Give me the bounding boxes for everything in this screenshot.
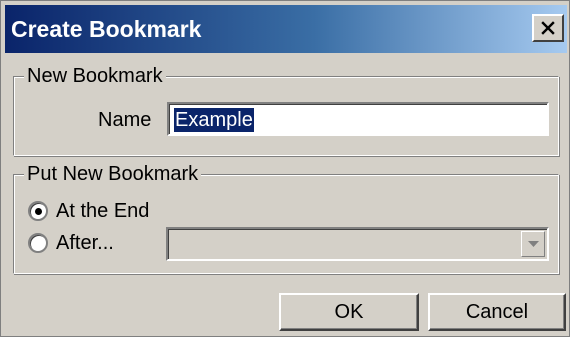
radio-selected-dot	[35, 208, 42, 215]
close-button[interactable]	[532, 14, 564, 42]
radio-button-at-the-end[interactable]	[28, 201, 48, 221]
close-icon	[541, 21, 555, 35]
title-bar[interactable]: Create Bookmark	[5, 5, 567, 53]
after-dropdown[interactable]	[166, 227, 549, 261]
radio-label-at-the-end: At the End	[56, 200, 150, 222]
name-input[interactable]: Example	[167, 102, 549, 136]
chevron-down-icon	[527, 241, 539, 247]
radio-label-after: After...	[56, 232, 114, 254]
name-input-value: Example	[174, 108, 254, 132]
cancel-button[interactable]: Cancel	[428, 293, 566, 331]
radio-button-after[interactable]	[28, 233, 48, 253]
name-label: Name	[98, 109, 152, 131]
put-new-bookmark-legend: Put New Bookmark	[24, 162, 202, 186]
dialog-title: Create Bookmark	[11, 16, 202, 42]
ok-button[interactable]: OK	[279, 293, 419, 331]
radio-at-the-end[interactable]: At the End	[28, 199, 149, 223]
dropdown-arrow-button[interactable]	[521, 231, 545, 257]
radio-after[interactable]: After...	[28, 231, 114, 255]
new-bookmark-legend: New Bookmark	[24, 64, 166, 88]
create-bookmark-dialog: Create Bookmark New Bookmark Name Exampl…	[0, 0, 570, 337]
